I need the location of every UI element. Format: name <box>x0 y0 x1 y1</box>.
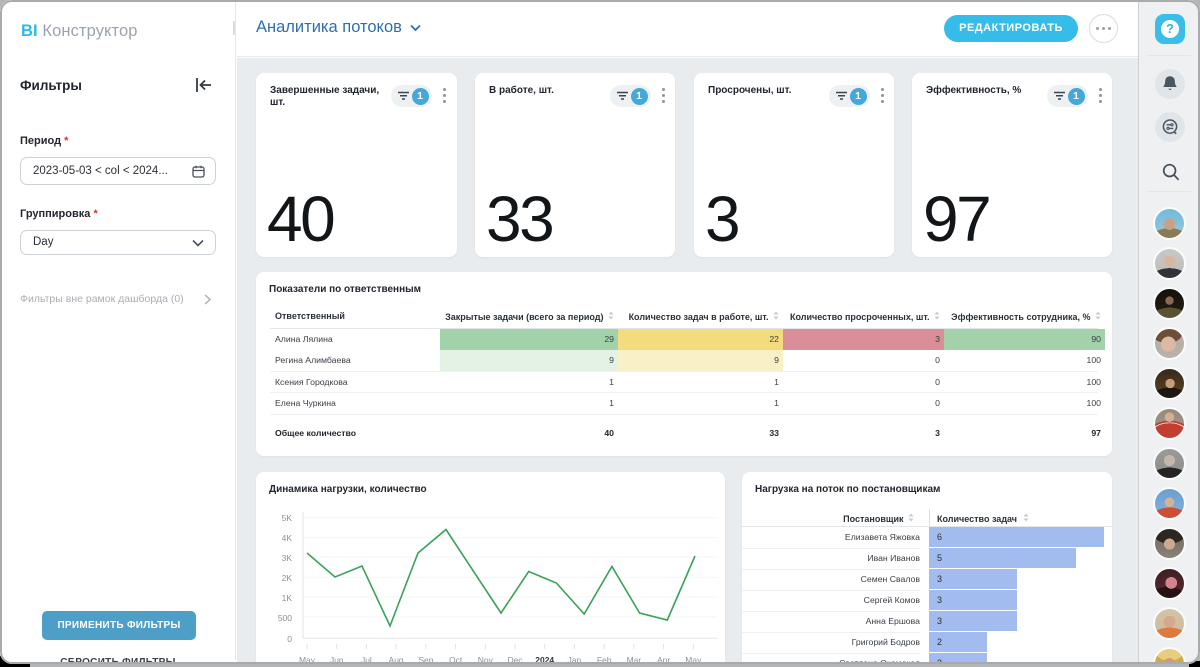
svg-text:0: 0 <box>287 634 292 644</box>
svg-text:Sep: Sep <box>418 655 433 664</box>
svg-text:Dec: Dec <box>507 655 523 664</box>
svg-text:May: May <box>299 655 316 664</box>
svg-text:Jan: Jan <box>568 655 582 664</box>
svg-text:Nov: Nov <box>478 655 494 664</box>
svg-text:Aug: Aug <box>389 655 404 664</box>
svg-text:5K: 5K <box>282 513 293 523</box>
svg-text:4K: 4K <box>282 533 293 543</box>
svg-text:2024: 2024 <box>535 655 554 664</box>
svg-text:500: 500 <box>278 613 292 623</box>
svg-text:1K: 1K <box>282 593 293 603</box>
svg-text:Apr: Apr <box>657 655 670 664</box>
svg-text:Jul: Jul <box>361 655 372 664</box>
svg-text:3K: 3K <box>282 553 293 563</box>
svg-text:Feb: Feb <box>597 655 612 664</box>
svg-text:May: May <box>685 655 702 664</box>
svg-text:Oct: Oct <box>449 655 463 664</box>
svg-text:2K: 2K <box>282 573 293 583</box>
svg-text:Jun: Jun <box>330 655 344 664</box>
svg-text:Mar: Mar <box>627 655 642 664</box>
